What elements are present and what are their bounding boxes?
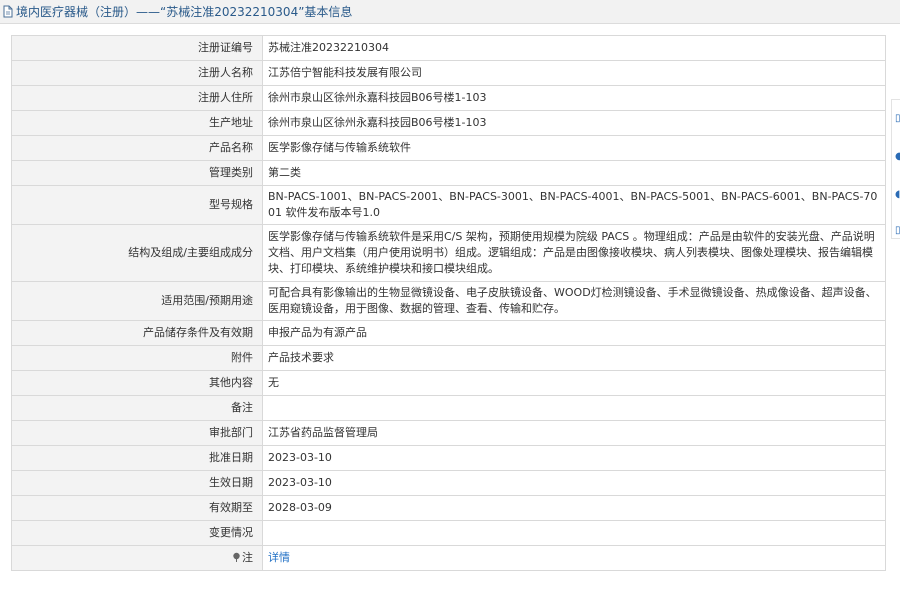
field-value: 申报产品为有源产品: [262, 320, 886, 346]
field-value: 2023-03-10: [262, 470, 886, 496]
field-value: 苏械注准20232210304: [262, 35, 886, 61]
field-label: 产品储存条件及有效期: [11, 320, 263, 346]
note-label: 注: [11, 545, 263, 571]
field-value: 徐州市泉山区徐州永嘉科技园B06号楼1-103: [262, 110, 886, 136]
table-row: 注册人住所 徐州市泉山区徐州永嘉科技园B06号楼1-103: [11, 85, 886, 111]
field-value: 第二类: [262, 160, 886, 186]
table-row: 附件 产品技术要求: [11, 345, 886, 371]
table-row: 生效日期 2023-03-10: [11, 470, 886, 496]
field-value: 江苏省药品监督管理局: [262, 420, 886, 446]
table-row: 备注: [11, 395, 886, 421]
field-value: 2023-03-10: [262, 445, 886, 471]
table-row: 适用范围/预期用途 可配合具有影像输出的生物显微镜设备、电子皮肤镜设备、WOOD灯…: [11, 281, 886, 321]
table-row: 有效期至 2028-03-09: [11, 495, 886, 521]
table-row: 产品名称 医学影像存储与传输系统软件: [11, 135, 886, 161]
field-label: 审批部门: [11, 420, 263, 446]
side-tool-icon-3[interactable]: ◖: [895, 190, 900, 200]
table-row: 型号规格 BN-PACS-1001、BN-PACS-2001、BN-PACS-30…: [11, 185, 886, 225]
info-table-container: 注册证编号 苏械注准20232210304 注册人名称 江苏倍宁智能科技发展有限公司注…: [11, 35, 886, 571]
table-row: 注册证编号 苏械注准20232210304: [11, 35, 886, 61]
field-value: [262, 395, 886, 421]
document-icon: [2, 5, 14, 18]
field-label: 批准日期: [11, 445, 263, 471]
field-label: 适用范围/预期用途: [11, 281, 263, 321]
note-label-text: 注: [242, 550, 253, 564]
field-label: 备注: [11, 395, 263, 421]
info-table: 注册证编号 苏械注准20232210304 注册人名称 江苏倍宁智能科技发展有限公司注…: [11, 35, 886, 571]
field-value: 可配合具有影像输出的生物显微镜设备、电子皮肤镜设备、WOOD灯检测镜设备、手术显…: [262, 281, 886, 321]
field-label: 结构及组成/主要组成成分: [11, 224, 263, 282]
side-tool-icon-2[interactable]: ●: [895, 152, 900, 162]
page-header: 境内医疗器械（注册）——“苏械注准20232210304”基本信息: [0, 0, 900, 24]
field-label: 生效日期: [11, 470, 263, 496]
pin-icon: [232, 551, 241, 567]
field-label: 注册证编号: [11, 35, 263, 61]
note-value: 详情: [262, 545, 886, 571]
table-row: 变更情况: [11, 520, 886, 546]
table-row: 结构及组成/主要组成成分 医学影像存储与传输系统软件是采用C/S 架构，预期使用规…: [11, 224, 886, 282]
field-value: 无: [262, 370, 886, 396]
table-row: 生产地址 徐州市泉山区徐州永嘉科技园B06号楼1-103: [11, 110, 886, 136]
field-value: 医学影像存储与传输系统软件: [262, 135, 886, 161]
field-label: 注册人住所: [11, 85, 263, 111]
table-row: 审批部门 江苏省药品监督管理局: [11, 420, 886, 446]
field-value: 徐州市泉山区徐州永嘉科技园B06号楼1-103: [262, 85, 886, 111]
table-row-note: 注 详情: [11, 545, 886, 571]
side-toolbar: ▯ ● ◖ ▯: [891, 99, 900, 239]
field-label: 变更情况: [11, 520, 263, 546]
field-value: 医学影像存储与传输系统软件是采用C/S 架构，预期使用规模为院级 PACS 。物…: [262, 224, 886, 282]
details-link[interactable]: 详情: [268, 551, 290, 564]
field-value: 2028-03-09: [262, 495, 886, 521]
table-row: 产品储存条件及有效期 申报产品为有源产品: [11, 320, 886, 346]
table-row: 批准日期 2023-03-10: [11, 445, 886, 471]
field-value: [262, 520, 886, 546]
side-tool-icon-1[interactable]: ▯: [895, 114, 900, 124]
table-row: 注册人名称 江苏倍宁智能科技发展有限公司: [11, 60, 886, 86]
side-tool-icon-4[interactable]: ▯: [895, 226, 900, 236]
field-label: 有效期至: [11, 495, 263, 521]
field-label: 注册人名称: [11, 60, 263, 86]
field-label: 产品名称: [11, 135, 263, 161]
field-value: BN-PACS-1001、BN-PACS-2001、BN-PACS-3001、B…: [262, 185, 886, 225]
page-title: 境内医疗器械（注册）——“苏械注准20232210304”基本信息: [16, 5, 353, 19]
table-row: 其他内容无: [11, 370, 886, 396]
field-label: 管理类别: [11, 160, 263, 186]
field-label: 生产地址: [11, 110, 263, 136]
field-label: 型号规格: [11, 185, 263, 225]
table-row: 管理类别 第二类: [11, 160, 886, 186]
field-label: 附件: [11, 345, 263, 371]
field-label: 其他内容: [11, 370, 263, 396]
field-value: 产品技术要求: [262, 345, 886, 371]
field-value: 江苏倍宁智能科技发展有限公司: [262, 60, 886, 86]
